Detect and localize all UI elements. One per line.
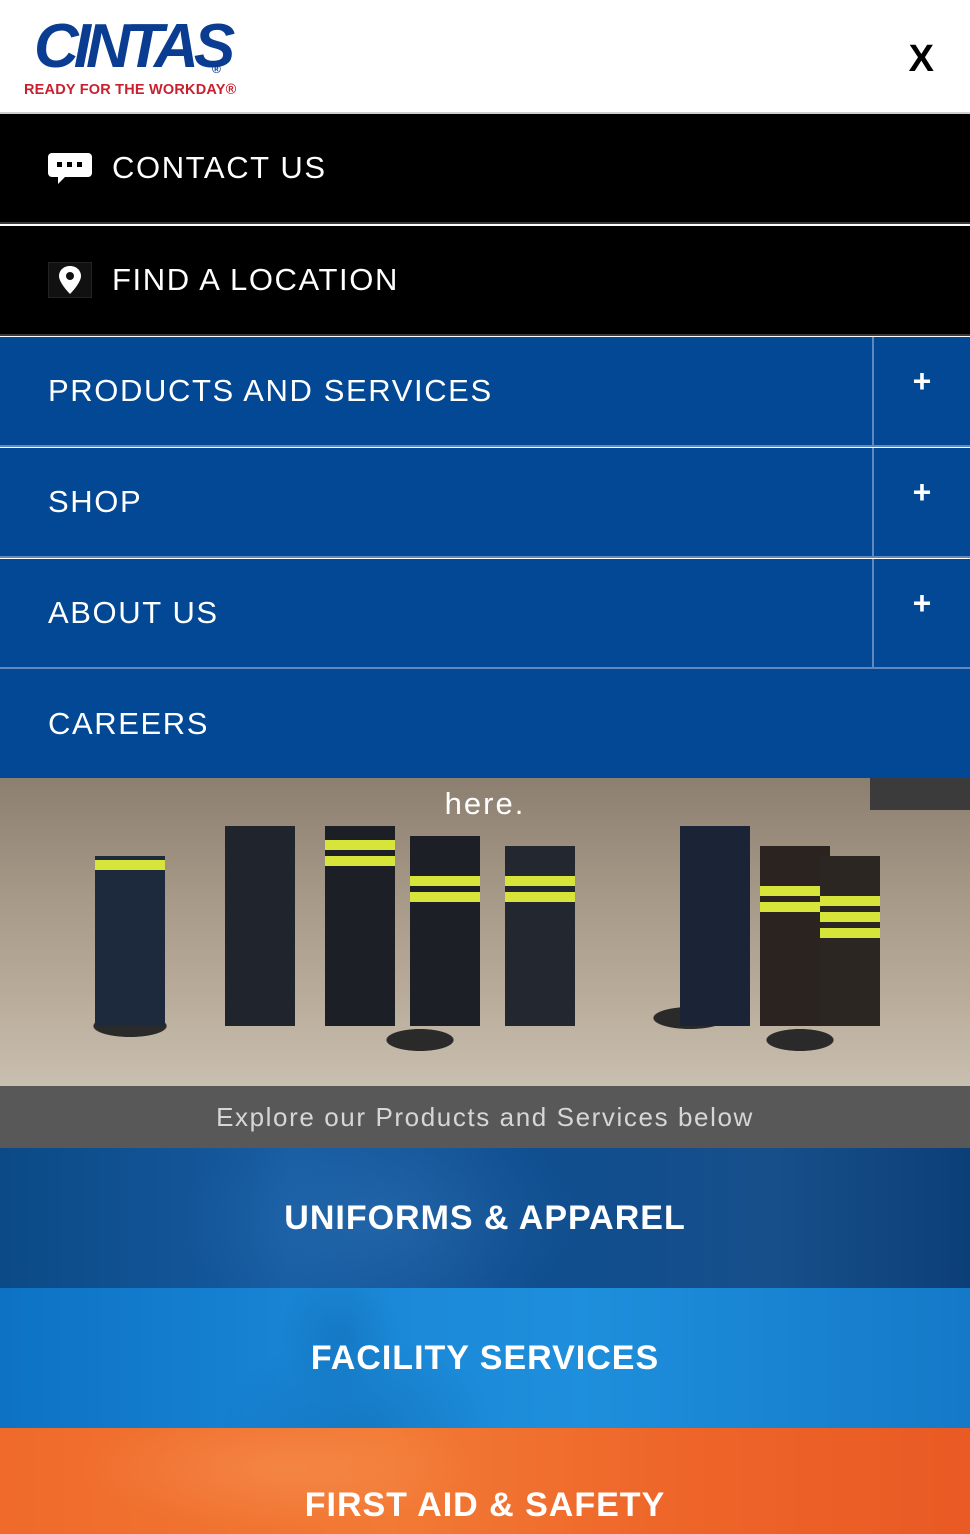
logo-registered-mark: ® [212, 62, 221, 76]
close-menu-button[interactable]: X [909, 40, 934, 78]
expand-about-plus-icon[interactable]: + [872, 559, 970, 667]
nav-about-us-label: ABOUT US [48, 595, 219, 630]
nav-find-location[interactable]: FIND A LOCATION [0, 226, 970, 336]
hero-photo: here. [0, 778, 970, 1086]
chat-bubble-icon [48, 150, 92, 186]
nav-contact-us[interactable]: CONTACT US [0, 114, 970, 224]
worker-leg [680, 826, 750, 1026]
category-first-aid-safety[interactable]: FIRST AID & SAFETY [0, 1428, 970, 1534]
category-uniforms-label: UNIFORMS & APPAREL [284, 1198, 686, 1237]
nav-shop-label: SHOP [48, 484, 143, 519]
nav-find-location-label: FIND A LOCATION [112, 262, 399, 297]
explore-banner: Explore our Products and Services below [0, 1086, 970, 1148]
logo-tagline: READY FOR THE WORKDAY® [24, 82, 237, 98]
nav-products-services-label: PRODUCTS AND SERVICES [48, 373, 493, 408]
map-pin-icon [48, 262, 92, 298]
category-uniforms-apparel[interactable]: UNIFORMS & APPAREL [0, 1148, 970, 1288]
worker-leg [95, 856, 165, 1026]
nav-shop[interactable]: SHOP + [0, 448, 970, 558]
expand-products-plus-icon[interactable]: + [872, 337, 970, 445]
category-first-aid-label: FIRST AID & SAFETY [304, 1486, 666, 1524]
worker-leg [820, 856, 880, 1026]
nav-careers-label: CAREERS [48, 705, 210, 741]
hero-partial-text: here. [444, 786, 526, 821]
logo-wordmark: CINTAS [34, 12, 235, 81]
expand-shop-plus-icon[interactable]: + [872, 448, 970, 556]
category-facility-services[interactable]: FACILITY SERVICES [0, 1288, 970, 1428]
worker-leg [410, 836, 480, 1026]
category-facility-label: FACILITY SERVICES [310, 1338, 660, 1377]
worker-leg [225, 826, 295, 1026]
site-header: CINTAS ® READY FOR THE WORKDAY® X [0, 0, 970, 114]
worker-leg [505, 846, 575, 1026]
worker-leg [325, 826, 395, 1026]
nav-products-services[interactable]: PRODUCTS AND SERVICES + [0, 337, 970, 447]
nav-about-us[interactable]: ABOUT US + [0, 559, 970, 669]
nav-contact-us-label: CONTACT US [112, 150, 327, 185]
nav-careers[interactable]: CAREERS [0, 669, 970, 778]
cintas-logo[interactable]: CINTAS ® READY FOR THE WORKDAY® [24, 16, 244, 100]
